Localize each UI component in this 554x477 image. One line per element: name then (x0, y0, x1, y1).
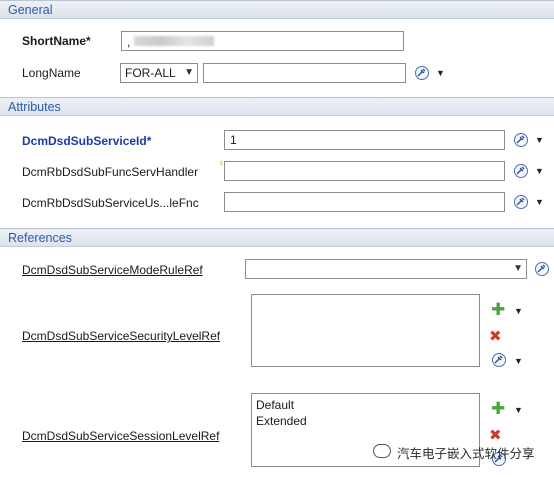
chevron-down-icon: ▼ (513, 263, 523, 274)
chevron-down-icon: ▼ (184, 67, 194, 78)
shortname-label: ShortName* (22, 34, 91, 48)
wrench-icon[interactable] (415, 66, 429, 80)
chevron-down-icon[interactable]: ▼ (535, 197, 544, 207)
chevron-down-icon[interactable]: ▼ (514, 306, 523, 316)
us-fnc-label: DcmRbDsdSubServiceUs...leFnc (22, 196, 199, 210)
wrench-icon[interactable] (514, 164, 528, 178)
us-fnc-input[interactable] (224, 192, 505, 212)
list-item[interactable]: Extended (256, 413, 475, 429)
sub-service-id-label: DcmDsdSubServiceId* (22, 134, 152, 148)
list-item[interactable]: Default (256, 397, 475, 413)
chevron-down-icon[interactable]: ▼ (535, 166, 544, 176)
chevron-down-icon[interactable]: ▼ (535, 135, 544, 145)
delete-icon[interactable]: ✖ (489, 329, 502, 344)
plus-icon[interactable]: ✚ (491, 301, 505, 318)
longname-input[interactable] (203, 63, 406, 83)
watermark-text: 汽车电子嵌入式软件分享 (397, 447, 535, 461)
longname-language-value: FOR-ALL (125, 66, 176, 80)
wrench-icon[interactable] (514, 133, 528, 147)
chevron-down-icon[interactable]: ▼ (514, 405, 523, 415)
shortname-value: , (127, 35, 131, 49)
wrench-icon[interactable] (514, 195, 528, 209)
session-level-ref-link[interactable]: DcmDsdSubServiceSessionLevelRef (22, 429, 219, 443)
wrench-icon[interactable] (492, 353, 506, 367)
chat-bubble-icon (373, 444, 391, 458)
plus-icon[interactable]: ✚ (491, 400, 505, 417)
section-header-attributes[interactable]: Attributes (0, 97, 554, 116)
redacted-area (133, 36, 214, 46)
sub-service-id-input[interactable]: 1 (224, 130, 505, 150)
chevron-down-icon[interactable]: ▼ (436, 68, 445, 78)
security-level-ref-link[interactable]: DcmDsdSubServiceSecurityLevelRef (22, 329, 220, 343)
wrench-icon[interactable] (535, 262, 549, 276)
mode-rule-ref-select[interactable]: ▼ (245, 259, 527, 279)
security-level-list[interactable] (251, 294, 480, 367)
func-handler-input[interactable] (224, 161, 505, 181)
longname-label: LongName (22, 66, 81, 80)
shortname-input[interactable]: , (121, 31, 404, 51)
mode-rule-ref-link[interactable]: DcmDsdSubServiceModeRuleRef (22, 263, 203, 277)
longname-language-select[interactable]: FOR-ALL ▼ (120, 63, 198, 83)
section-header-general[interactable]: General (0, 0, 554, 19)
delete-icon[interactable]: ✖ (489, 428, 502, 443)
chevron-down-icon[interactable]: ▼ (514, 356, 523, 366)
section-header-references[interactable]: References (0, 228, 554, 247)
func-handler-label: DcmRbDsdSubFuncServHandler (22, 165, 199, 179)
